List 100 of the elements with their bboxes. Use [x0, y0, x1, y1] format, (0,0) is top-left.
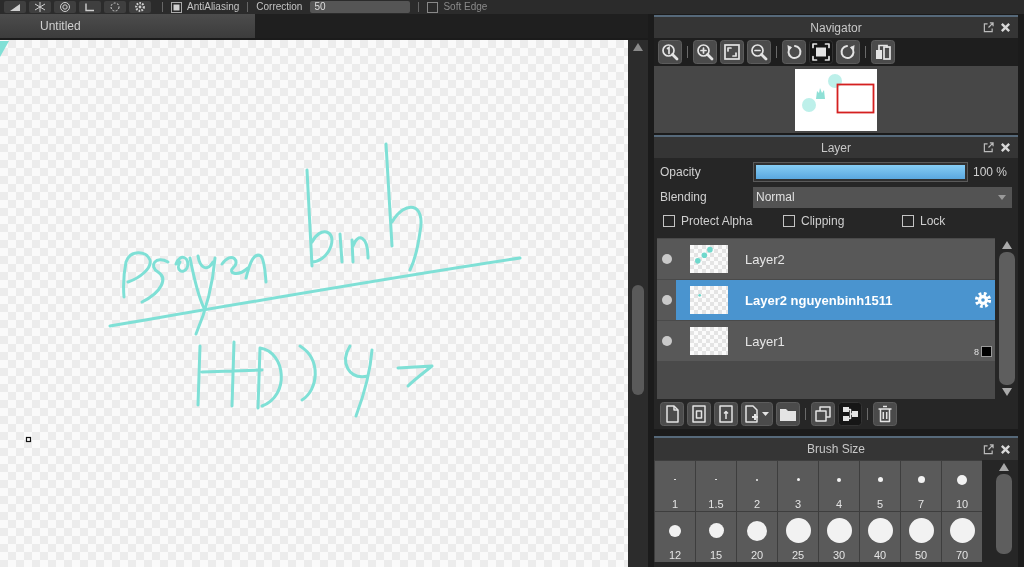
undock-icon[interactable]: [983, 443, 994, 455]
duplicate-icon[interactable]: [811, 402, 835, 426]
layer-name: Layer1: [745, 333, 786, 349]
zoom-actual-icon[interactable]: [658, 40, 682, 64]
antialiasing-label: AntiAliasing: [187, 1, 240, 13]
scroll-up-arrow-icon[interactable]: [1002, 241, 1012, 249]
layer-thumbnail: [690, 245, 728, 273]
scroll-down-arrow-icon[interactable]: [1002, 388, 1012, 396]
brush-dot-icon: [867, 518, 893, 543]
panel-title: Layer: [821, 140, 851, 155]
bit-depth-label: 8: [974, 347, 979, 357]
brush-dot-icon: [837, 477, 841, 482]
brush-size-button[interactable]: 25: [778, 512, 818, 562]
frame-icon[interactable]: [809, 40, 833, 64]
brush-stroke-drawing: [0, 41, 9, 57]
visibility-dot-icon[interactable]: [661, 254, 672, 264]
visibility-dot-icon[interactable]: [661, 336, 672, 346]
gear-icon[interactable]: [129, 1, 151, 13]
panel-title: Navigator: [810, 20, 862, 35]
opacity-label: Opacity: [660, 165, 702, 179]
layer-thumbnail: [690, 286, 728, 314]
brush-size-button[interactable]: 4: [819, 461, 859, 511]
checkbox[interactable]: [902, 215, 914, 227]
blending-dropdown[interactable]: Normal: [753, 186, 1012, 208]
close-icon[interactable]: [1000, 22, 1011, 33]
brush-size-button[interactable]: 12: [655, 512, 695, 562]
brush-size-button[interactable]: 30: [819, 512, 859, 562]
scroll-up-arrow-icon[interactable]: [999, 463, 1009, 471]
color-swatch-icon: [981, 346, 992, 357]
thumbnail-strokes-drawing: [802, 73, 842, 112]
scrollbar-thumb[interactable]: [999, 252, 1015, 385]
visibility-toggle[interactable]: [657, 321, 676, 361]
brush-size-button[interactable]: 40: [860, 512, 900, 562]
brush-size-button[interactable]: 7: [901, 461, 941, 511]
layer-row[interactable]: Layer1 8: [676, 321, 995, 361]
soft-edge-label: Soft Edge: [443, 1, 488, 13]
trash-icon[interactable]: [873, 402, 897, 426]
flip-icon[interactable]: [871, 40, 895, 64]
scrollbar-thumb[interactable]: [996, 474, 1012, 554]
checkbox[interactable]: [783, 215, 795, 227]
brush-size-button[interactable]: 1: [655, 461, 695, 511]
zoom-out-icon[interactable]: [747, 40, 771, 64]
dashed-ring-icon[interactable]: [104, 1, 126, 13]
scrollbar-thumb[interactable]: [632, 285, 644, 395]
brush-size-button[interactable]: 2: [737, 461, 777, 511]
canvas-scrollbar[interactable]: [628, 40, 648, 567]
concentric-circles-icon[interactable]: [54, 1, 76, 13]
checkbox-label: Clipping: [801, 214, 845, 228]
checkbox[interactable]: [663, 215, 675, 227]
folder-icon[interactable]: [776, 402, 800, 426]
opacity-value: 100 %: [973, 165, 1008, 179]
close-icon[interactable]: [1000, 443, 1011, 455]
layer-row[interactable]: Layer2: [676, 239, 995, 279]
merge-icon[interactable]: [838, 402, 862, 426]
cursor-icon: [25, 436, 32, 443]
checkbox-label: Lock: [920, 214, 946, 228]
page-square-icon[interactable]: [687, 402, 711, 426]
add-page-icon[interactable]: [741, 402, 773, 426]
panel-title: Brush Size: [807, 442, 865, 456]
brush-size-button[interactable]: 10: [942, 461, 982, 511]
radial-lines-icon[interactable]: [29, 1, 51, 13]
rotate-left-icon[interactable]: [782, 40, 806, 64]
fit-window-icon[interactable]: [720, 40, 744, 64]
brush-size-button[interactable]: 15: [696, 512, 736, 562]
brush-dot-icon: [747, 520, 767, 541]
rotate-right-icon[interactable]: [836, 40, 860, 64]
page-icon[interactable]: [660, 402, 684, 426]
checkbox[interactable]: [427, 1, 439, 13]
brush-dot-icon: [908, 518, 934, 543]
undock-icon[interactable]: [983, 142, 994, 153]
brush-size-button[interactable]: 3: [778, 461, 818, 511]
brush-size-button[interactable]: 70: [942, 512, 982, 562]
brush-dot-icon: [917, 476, 925, 483]
brush-size-button[interactable]: 20: [737, 512, 777, 562]
correction-field[interactable]: 50: [310, 1, 411, 13]
visibility-toggle[interactable]: [657, 280, 676, 320]
scroll-up-arrow-icon[interactable]: [633, 43, 643, 51]
layer-name: Layer2 nguyenbinh1511: [745, 292, 894, 308]
correction-label: Correction: [256, 1, 303, 13]
layer-row[interactable]: Layer2 nguyenbinh1511: [676, 280, 995, 320]
visibility-dot-icon[interactable]: [661, 295, 672, 305]
brush-dot-icon: [949, 518, 975, 543]
brush-size-button[interactable]: 50: [901, 512, 941, 562]
brush-dot-icon: [785, 518, 811, 543]
brush-size-button[interactable]: 1.5: [696, 461, 736, 511]
document-tab[interactable]: Untitled: [0, 14, 255, 38]
close-icon[interactable]: [1000, 142, 1011, 153]
viewport-frame-icon[interactable]: [836, 83, 875, 113]
brush-dot-icon: [957, 474, 967, 485]
canvas-thumbnail[interactable]: [795, 68, 877, 131]
gear-icon[interactable]: [974, 291, 992, 309]
dropdown-value: Normal: [756, 190, 795, 204]
blending-label: Blending: [660, 190, 708, 204]
undock-icon[interactable]: [983, 22, 994, 33]
brush-size-button[interactable]: 5: [860, 461, 900, 511]
checkbox-label: Protect Alpha: [681, 214, 753, 228]
visibility-toggle[interactable]: [657, 239, 676, 279]
zoom-in-icon[interactable]: [693, 40, 717, 64]
checkbox[interactable]: [171, 1, 182, 13]
brush-dot-icon: [826, 518, 852, 543]
